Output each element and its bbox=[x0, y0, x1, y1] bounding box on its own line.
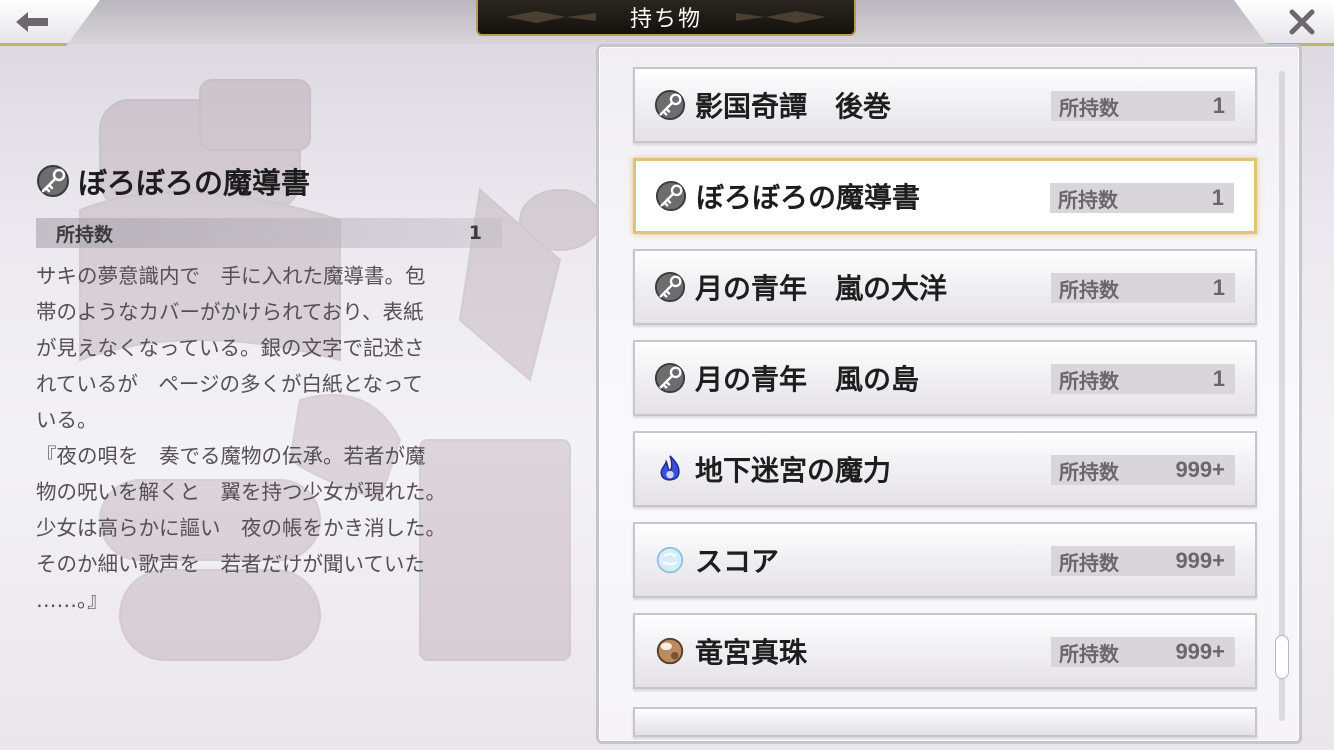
title-plate: 持ち物 bbox=[476, 0, 856, 36]
list-item[interactable]: スコア 所持数 999+ bbox=[633, 522, 1257, 598]
item-count-badge: 所持数 1 bbox=[1051, 273, 1235, 303]
item-count-label: 所持数 bbox=[1059, 641, 1119, 666]
item-count-label: 所持数 bbox=[1058, 187, 1118, 212]
ornament-left bbox=[506, 11, 596, 23]
detail-item-name: ぼろぼろの魔導書 bbox=[78, 166, 311, 200]
blue-flame-icon bbox=[653, 452, 687, 486]
item-count-badge: 所持数 999+ bbox=[1051, 546, 1235, 576]
detail-count-label: 所持数 bbox=[56, 223, 114, 246]
item-count-label: 所持数 bbox=[1059, 95, 1119, 120]
inventory-list: 影国奇譚 後巻 所持数 1 ぼろぼろの魔導書 所持数 1 月の青年 嵐の大洋 所持数 1 月の青年… bbox=[633, 67, 1257, 704]
detail-count-bar: 所持数 1 bbox=[36, 218, 502, 248]
detail-header: ぼろぼろの魔導書 bbox=[36, 160, 506, 202]
list-item[interactable]: 月の青年 嵐の大洋 所持数 1 bbox=[633, 249, 1257, 325]
back-arrow-icon bbox=[16, 11, 48, 32]
item-count-label: 所持数 bbox=[1059, 550, 1119, 575]
item-count-label: 所持数 bbox=[1059, 368, 1119, 393]
list-item[interactable]: ぼろぼろの魔導書 所持数 1 bbox=[633, 158, 1257, 234]
close-icon bbox=[1289, 9, 1315, 34]
item-count-badge: 所持数 999+ bbox=[1051, 455, 1235, 485]
key-icon bbox=[653, 361, 687, 395]
scrollbar[interactable] bbox=[1275, 71, 1289, 721]
scrollbar-thumb[interactable] bbox=[1275, 635, 1289, 679]
detail-count-value: 1 bbox=[468, 222, 482, 244]
list-item[interactable]: 地下迷宮の魔力 所持数 999+ bbox=[633, 431, 1257, 507]
item-count-value: 999+ bbox=[1175, 548, 1225, 573]
item-count-badge: 所持数 1 bbox=[1050, 183, 1234, 213]
key-icon bbox=[37, 165, 69, 197]
inventory-panel: 影国奇譚 後巻 所持数 1 ぼろぼろの魔導書 所持数 1 月の青年 嵐の大洋 所持数 1 月の青年… bbox=[596, 44, 1302, 744]
key-icon bbox=[654, 179, 688, 213]
item-count-value: 1 bbox=[1212, 93, 1225, 118]
item-count-label: 所持数 bbox=[1059, 459, 1119, 484]
pearl-icon bbox=[653, 634, 687, 668]
item-count-value: 999+ bbox=[1175, 639, 1225, 664]
item-count-label: 所持数 bbox=[1059, 277, 1119, 302]
ice-orb-icon bbox=[653, 543, 687, 577]
item-count-badge: 所持数 1 bbox=[1051, 91, 1235, 121]
item-count-value: 999+ bbox=[1175, 457, 1225, 482]
item-count-value: 1 bbox=[1212, 366, 1225, 391]
list-item[interactable]: 影国奇譚 後巻 所持数 1 bbox=[633, 67, 1257, 143]
list-item-partial[interactable] bbox=[633, 707, 1257, 737]
list-item[interactable]: 竜宮真珠 所持数 999+ bbox=[633, 613, 1257, 689]
list-item[interactable]: 月の青年 風の島 所持数 1 bbox=[633, 340, 1257, 416]
item-detail: ぼろぼろの魔導書 所持数 1 サキの夢意識内で 手に入れた魔導書。包 帯のような… bbox=[36, 160, 506, 618]
page-title: 持ち物 bbox=[629, 7, 702, 32]
key-icon bbox=[653, 270, 687, 304]
item-count-badge: 所持数 999+ bbox=[1051, 637, 1235, 667]
detail-description: サキの夢意識内で 手に入れた魔導書。包 帯のようなカバーがかけられており、表紙 … bbox=[36, 264, 446, 612]
item-count-value: 1 bbox=[1212, 275, 1225, 300]
item-count-value: 1 bbox=[1211, 185, 1224, 210]
ornament-right bbox=[736, 11, 826, 23]
key-icon bbox=[653, 88, 687, 122]
item-count-badge: 所持数 1 bbox=[1051, 364, 1235, 394]
